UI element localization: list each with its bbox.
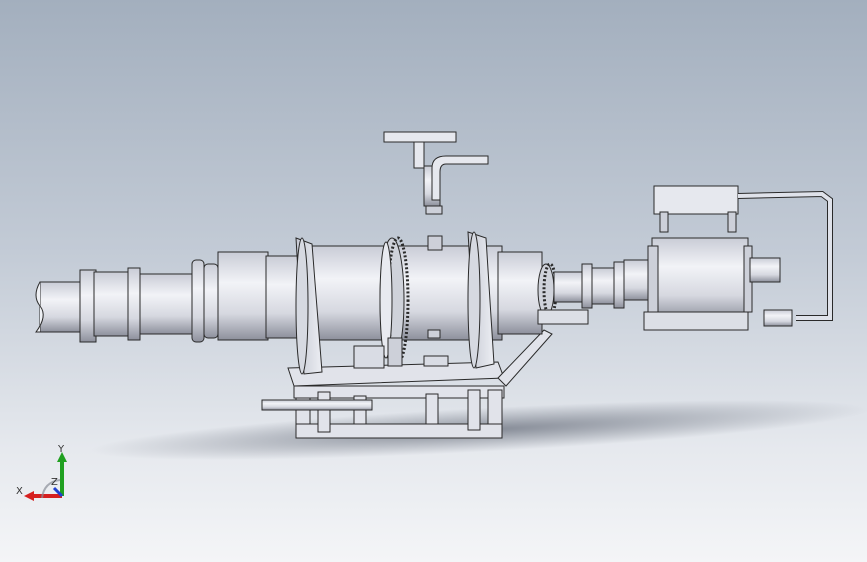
riding-ring-left: [191, 251, 299, 343]
orientation-triad: [24, 452, 67, 501]
cad-viewport[interactable]: Y X Z: [0, 0, 867, 562]
y-axis-label: Y: [58, 444, 65, 455]
kiln-inlet-shaft: [35, 267, 196, 343]
x-axis-label: X: [16, 486, 23, 497]
output-shaft: [553, 259, 653, 309]
rotary-kiln-3d-model[interactable]: [0, 0, 867, 562]
burner-pipe: [383, 131, 489, 215]
kiln-drum: [311, 245, 543, 341]
z-axis-label: Z: [51, 477, 58, 488]
cooler-drum: [643, 237, 781, 331]
